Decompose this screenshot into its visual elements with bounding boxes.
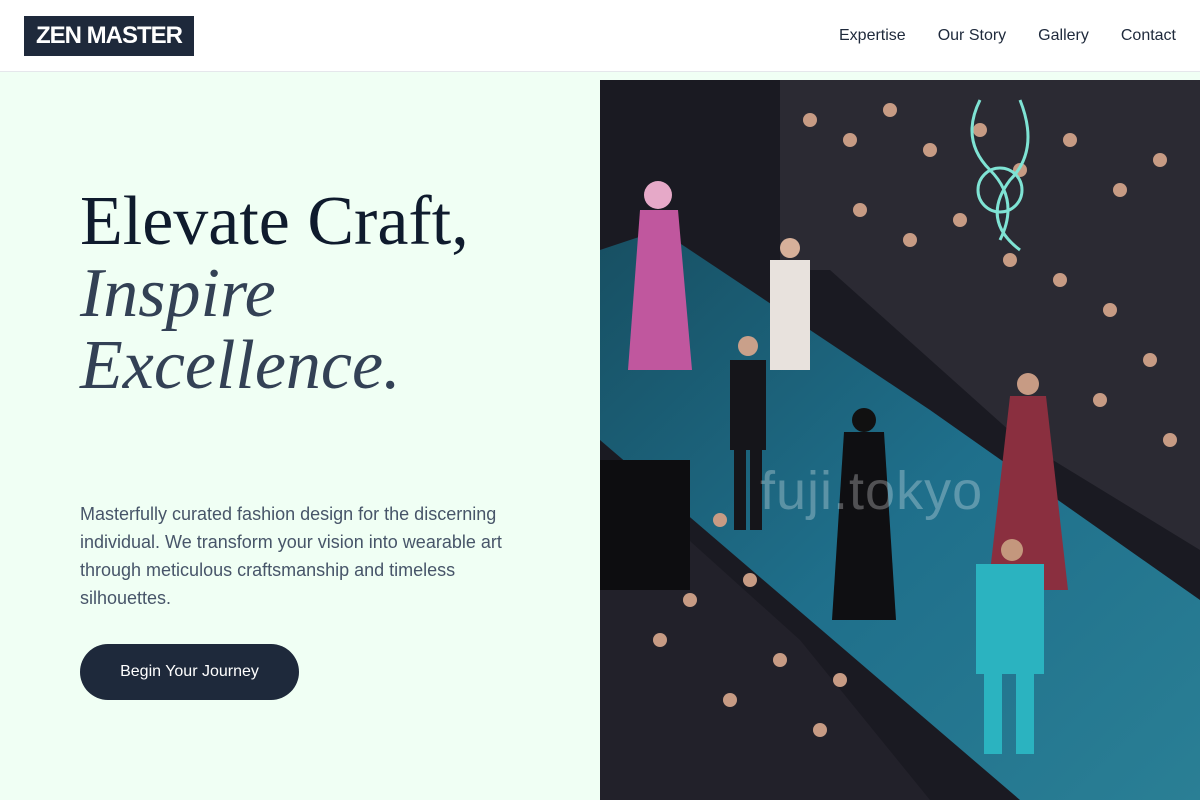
photo-watermark: fuji.tokyo xyxy=(760,461,984,521)
runway-illustration xyxy=(600,80,1200,800)
begin-journey-button[interactable]: Begin Your Journey xyxy=(80,644,299,700)
headline-line-3: Excellence. xyxy=(80,327,401,404)
logo[interactable]: ZEN MASTER xyxy=(24,15,194,56)
headline-line-1: Elevate Craft, xyxy=(80,183,469,260)
nav-link-gallery[interactable]: Gallery xyxy=(1038,27,1089,45)
headline-line-2: Inspire xyxy=(80,255,276,332)
hero-description: Masterfully curated fashion design for t… xyxy=(80,504,502,608)
site-header: ZEN MASTER Expertise Our Story Gallery C… xyxy=(0,0,1200,72)
main-nav: Expertise Our Story Gallery Contact xyxy=(839,27,1176,45)
nav-link-contact[interactable]: Contact xyxy=(1121,27,1176,45)
nav-link-expertise[interactable]: Expertise xyxy=(839,27,906,45)
runway-photo: fuji.tokyo xyxy=(600,80,1200,800)
hero-headline: Elevate Craft, Inspire Excellence. xyxy=(80,186,580,402)
nav-link-our-story[interactable]: Our Story xyxy=(938,27,1006,45)
